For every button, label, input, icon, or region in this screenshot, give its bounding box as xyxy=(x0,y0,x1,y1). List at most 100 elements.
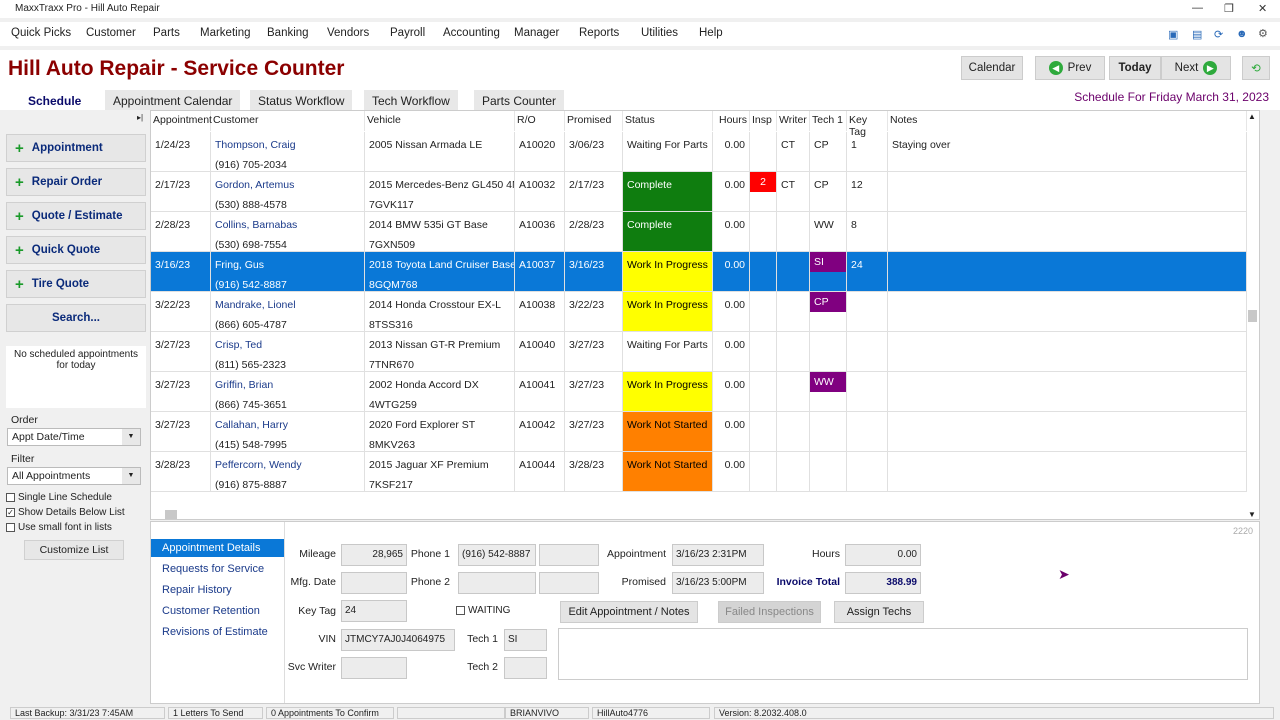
new-quick-quote-button[interactable]: + Quick Quote xyxy=(6,236,146,264)
column-header[interactable]: R/O xyxy=(515,111,565,131)
minimize-button[interactable]: — xyxy=(1192,2,1203,14)
save-icon[interactable]: ▣ xyxy=(1168,28,1178,41)
refresh-icon[interactable]: ⟳ xyxy=(1214,28,1223,41)
customer-value[interactable]: Callahan, Harry xyxy=(215,415,360,435)
svc-writer-field[interactable] xyxy=(341,657,407,679)
phone2-field[interactable] xyxy=(458,572,536,594)
phone1-ext-field[interactable] xyxy=(539,544,599,566)
customer-value[interactable]: Thompson, Craig xyxy=(215,135,360,155)
waiting-checkbox[interactable]: WAITING xyxy=(456,605,510,616)
menu-manager[interactable]: Manager xyxy=(514,27,559,39)
customer-value[interactable]: Griffin, Brian xyxy=(215,375,360,395)
new-quote-estimate-button[interactable]: + Quote / Estimate xyxy=(6,202,146,230)
edit-appointment-button[interactable]: Edit Appointment / Notes xyxy=(560,601,698,623)
column-header[interactable]: Key Tag xyxy=(847,111,888,138)
tab-parts-counter[interactable]: Parts Counter xyxy=(474,90,565,110)
column-header[interactable]: Promised xyxy=(565,111,623,131)
new-repair-order-button[interactable]: + Repair Order xyxy=(6,168,146,196)
document-icon[interactable]: ▤ xyxy=(1192,28,1202,41)
assign-techs-button[interactable]: Assign Techs xyxy=(834,601,924,623)
tab-status-workflow[interactable]: Status Workflow xyxy=(250,90,353,110)
menu-utilities[interactable]: Utilities xyxy=(641,27,678,39)
customer-value[interactable]: Gordon, Artemus xyxy=(215,175,360,195)
table-row[interactable]: 3/27/23 Griffin, Brian (866) 745-3651 2002 … xyxy=(151,372,1247,412)
gear-icon[interactable]: ⚙ xyxy=(1258,27,1268,40)
table-row[interactable]: 3/27/23 Crisp, Ted (811) 565-2323 2013 Niss… xyxy=(151,332,1247,372)
checkbox[interactable] xyxy=(6,492,15,502)
menu-customer[interactable]: Customer xyxy=(86,27,136,39)
customize-list-button[interactable]: Customize List xyxy=(24,540,124,560)
table-row[interactable]: 2/28/23 Collins, Barnabas (530) 698-7554 20… xyxy=(151,212,1247,252)
table-row[interactable]: 3/22/23 Mandrake, Lionel (866) 605-4787 201… xyxy=(151,292,1247,332)
menu-help[interactable]: Help xyxy=(699,27,723,39)
menu-quick-picks[interactable]: Quick Picks xyxy=(11,27,71,39)
checkbox-show-details-below-list[interactable]: ✓ Show Details Below List xyxy=(6,507,125,518)
column-header[interactable]: Customer xyxy=(211,111,365,131)
detail-link-customer-retention[interactable]: Customer Retention xyxy=(162,605,260,617)
phone2-ext-field[interactable] xyxy=(539,572,599,594)
column-header[interactable]: Vehicle xyxy=(365,111,515,131)
column-header[interactable]: Tech 1 xyxy=(810,111,847,131)
checkbox[interactable]: ✓ xyxy=(6,507,15,517)
table-row[interactable]: 1/24/23 Thompson, Craig (916) 705-2034 2005… xyxy=(151,132,1247,172)
promised-field[interactable]: 3/16/23 5:00PM xyxy=(672,572,764,594)
menu-parts[interactable]: Parts xyxy=(153,27,180,39)
detail-link-appointment-details[interactable]: Appointment Details xyxy=(151,539,284,557)
column-header[interactable]: Hours xyxy=(713,111,750,131)
close-button[interactable]: ✕ xyxy=(1258,2,1267,15)
restore-button[interactable]: ❐ xyxy=(1224,2,1234,15)
checkbox-use-small-font-in-lists[interactable]: Use small font in lists xyxy=(6,522,112,533)
checkbox[interactable] xyxy=(6,522,15,532)
customer-value[interactable]: Mandrake, Lionel xyxy=(215,295,360,315)
hours-field[interactable]: 0.00 xyxy=(845,544,921,566)
scroll-up-icon[interactable]: ▲ xyxy=(1248,112,1256,121)
search-button[interactable]: Search... xyxy=(6,304,146,332)
checkbox[interactable] xyxy=(456,605,465,615)
notes-textarea[interactable] xyxy=(558,628,1248,680)
menu-payroll[interactable]: Payroll xyxy=(390,27,425,39)
sync-button[interactable]: ⟲ xyxy=(1242,56,1270,80)
phone1-field[interactable]: (916) 542-8887 xyxy=(458,544,536,566)
table-row[interactable]: 3/27/23 Callahan, Harry (415) 548-7995 2020… xyxy=(151,412,1247,452)
column-header[interactable]: Insp xyxy=(750,111,777,131)
menu-banking[interactable]: Banking xyxy=(267,27,309,39)
calendar-button[interactable]: Calendar xyxy=(961,56,1023,80)
prev-button[interactable]: ◀ Prev xyxy=(1035,56,1105,80)
tech2-field[interactable] xyxy=(504,657,547,679)
scroll-down-icon[interactable]: ▼ xyxy=(1248,510,1256,519)
customer-value[interactable]: Crisp, Ted xyxy=(215,335,360,355)
menu-vendors[interactable]: Vendors xyxy=(327,27,369,39)
new-tire-quote-button[interactable]: + Tire Quote xyxy=(6,270,146,298)
customer-value[interactable]: Fring, Gus xyxy=(215,255,360,275)
customer-value[interactable]: Collins, Barnabas xyxy=(215,215,360,235)
table-row[interactable]: 3/28/23 Peffercorn, Wendy (916) 875-8887 20… xyxy=(151,452,1247,492)
column-header[interactable]: Appointment xyxy=(151,111,212,131)
key-tag-field[interactable]: 24 xyxy=(341,600,407,622)
tech1-field[interactable]: SI xyxy=(504,629,547,651)
new-appointment-button[interactable]: + Appointment xyxy=(6,134,146,162)
order-select[interactable]: Appt Date/Time ▼ xyxy=(7,428,141,446)
menu-accounting[interactable]: Accounting xyxy=(443,27,500,39)
menu-marketing[interactable]: Marketing xyxy=(200,27,251,39)
checkbox-single-line-schedule[interactable]: Single Line Schedule xyxy=(6,492,112,503)
menu-reports[interactable]: Reports xyxy=(579,27,619,39)
tab-appointment-calendar[interactable]: Appointment Calendar xyxy=(105,90,241,110)
user-icon[interactable]: ☻ xyxy=(1236,28,1248,40)
vin-field[interactable]: JTMCY7AJ0J4064975 xyxy=(341,629,455,651)
collapse-icon[interactable]: ▸| xyxy=(137,113,143,122)
column-header[interactable]: Writer xyxy=(777,111,810,131)
today-button[interactable]: Today xyxy=(1109,56,1161,80)
column-header[interactable]: Notes xyxy=(888,111,1247,131)
detail-link-repair-history[interactable]: Repair History xyxy=(162,584,232,596)
table-row[interactable]: 3/16/23 Fring, Gus (916) 542-8887 2018 Toyo… xyxy=(151,252,1247,292)
vertical-scrollbar-thumb[interactable] xyxy=(1248,310,1257,322)
table-row[interactable]: 2/17/23 Gordon, Artemus (530) 888-4578 2015… xyxy=(151,172,1247,212)
filter-select[interactable]: All Appointments ▼ xyxy=(7,467,141,485)
tab-schedule[interactable]: Schedule xyxy=(20,90,90,110)
tab-tech-workflow[interactable]: Tech Workflow xyxy=(364,90,458,110)
next-button[interactable]: Next ▶ xyxy=(1161,56,1231,80)
horizontal-scrollbar-thumb[interactable] xyxy=(165,510,177,519)
invoice-total-field[interactable]: 388.99 xyxy=(845,572,921,594)
customer-value[interactable]: Peffercorn, Wendy xyxy=(215,455,360,475)
detail-link-revisions-of-estimate[interactable]: Revisions of Estimate xyxy=(162,626,268,638)
